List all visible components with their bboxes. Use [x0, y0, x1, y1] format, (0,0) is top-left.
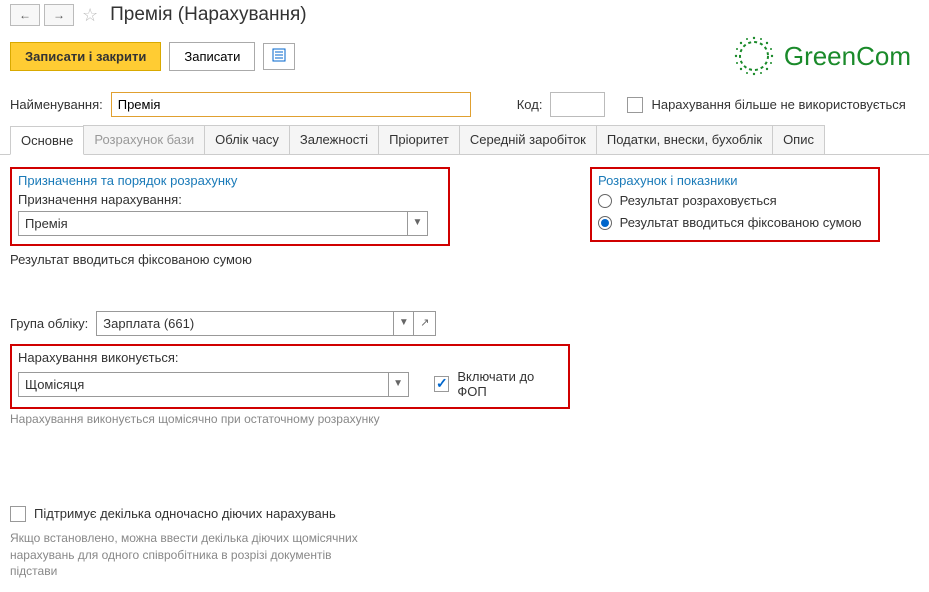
purpose-title: Призначення та порядок розрахунку — [18, 173, 442, 188]
list-icon — [272, 48, 286, 62]
favorite-star-icon[interactable]: ☆ — [82, 5, 98, 26]
support-row: Підтримує декілька одночасно діючих нара… — [10, 506, 570, 522]
save-close-button[interactable]: Записати і закрити — [10, 42, 161, 71]
tab-taxes[interactable]: Податки, внески, бухоблік — [596, 125, 773, 154]
right-column: Розрахунок і показники Результат розрахо… — [590, 167, 919, 580]
logo-text: GreenCom — [784, 41, 911, 72]
tabs: Основне Розрахунок бази Облік часу Залеж… — [0, 125, 929, 155]
purpose-section: Призначення та порядок розрахунку Призна… — [10, 167, 450, 246]
execution-select[interactable]: Щомісяця ▼ — [18, 372, 409, 397]
include-fop-label: Включати до ФОП — [457, 369, 562, 399]
group-row: Група обліку: Зарплата (661) ▼ ↗ — [10, 311, 570, 336]
execution-section: Нарахування виконується: Щомісяця ▼ Вклю… — [10, 344, 570, 409]
content: Призначення та порядок розрахунку Призна… — [0, 155, 929, 592]
tab-main[interactable]: Основне — [10, 126, 84, 155]
left-column: Призначення та порядок розрахунку Призна… — [10, 167, 570, 580]
logo-icon — [732, 34, 776, 78]
code-input[interactable] — [550, 92, 605, 117]
tab-desc[interactable]: Опис — [772, 125, 825, 154]
not-used-label: Нарахування більше не використовується — [651, 97, 905, 112]
logo: GreenCom — [732, 34, 919, 78]
execution-label: Нарахування виконується: — [18, 350, 562, 365]
support-label: Підтримує декілька одночасно діючих нара… — [34, 506, 336, 521]
group-value: Зарплата (661) — [97, 312, 393, 335]
tab-priority[interactable]: Пріоритет — [378, 125, 460, 154]
calc-section: Розрахунок і показники Результат розрахо… — [590, 167, 880, 242]
support-hint: Якщо встановлено, можна ввести декілька … — [10, 530, 370, 580]
execution-value: Щомісяця — [19, 373, 388, 396]
result-text: Результат вводиться фіксованою сумою — [10, 252, 570, 267]
page-title: Премія (Нарахування) — [110, 4, 306, 26]
calc-opt2: Результат вводиться фіксованою сумою — [620, 215, 862, 230]
tab-base[interactable]: Розрахунок бази — [83, 125, 205, 154]
open-external-icon[interactable]: ↗ — [413, 312, 435, 335]
name-label: Найменування: — [10, 97, 103, 112]
forward-button[interactable]: → — [44, 4, 74, 26]
group-label: Група обліку: — [10, 316, 88, 331]
calc-radio-fixed[interactable] — [598, 216, 612, 230]
purpose-value: Премія — [19, 212, 407, 235]
support-checkbox[interactable] — [10, 506, 26, 522]
purpose-label: Призначення нарахування: — [18, 192, 442, 207]
name-input[interactable] — [111, 92, 471, 117]
chevron-down-icon[interactable]: ▼ — [407, 212, 427, 235]
tab-average[interactable]: Середній заробіток — [459, 125, 597, 154]
tab-deps[interactable]: Залежності — [289, 125, 379, 154]
calc-title: Розрахунок і показники — [598, 173, 872, 188]
title-bar: ← → ☆ Премія (Нарахування) — [0, 0, 929, 28]
list-icon-button[interactable] — [263, 43, 295, 70]
chevron-down-icon[interactable]: ▼ — [388, 373, 408, 396]
calc-radio-calculated[interactable] — [598, 194, 612, 208]
execution-hint: Нарахування виконується щомісячно при ос… — [10, 411, 570, 428]
save-button[interactable]: Записати — [169, 42, 255, 71]
header-fields: Найменування: Код: Нарахування більше не… — [0, 88, 929, 125]
not-used-checkbox[interactable] — [627, 97, 643, 113]
include-fop-checkbox[interactable] — [434, 376, 449, 392]
tab-time[interactable]: Облік часу — [204, 125, 290, 154]
purpose-select[interactable]: Премія ▼ — [18, 211, 428, 236]
group-select[interactable]: Зарплата (661) ▼ ↗ — [96, 311, 436, 336]
code-label: Код: — [517, 97, 543, 112]
calc-opt1: Результат розраховується — [620, 193, 777, 208]
chevron-down-icon[interactable]: ▼ — [393, 312, 413, 335]
back-button[interactable]: ← — [10, 4, 40, 26]
action-bar: Записати і закрити Записати GreenCom — [0, 28, 929, 88]
